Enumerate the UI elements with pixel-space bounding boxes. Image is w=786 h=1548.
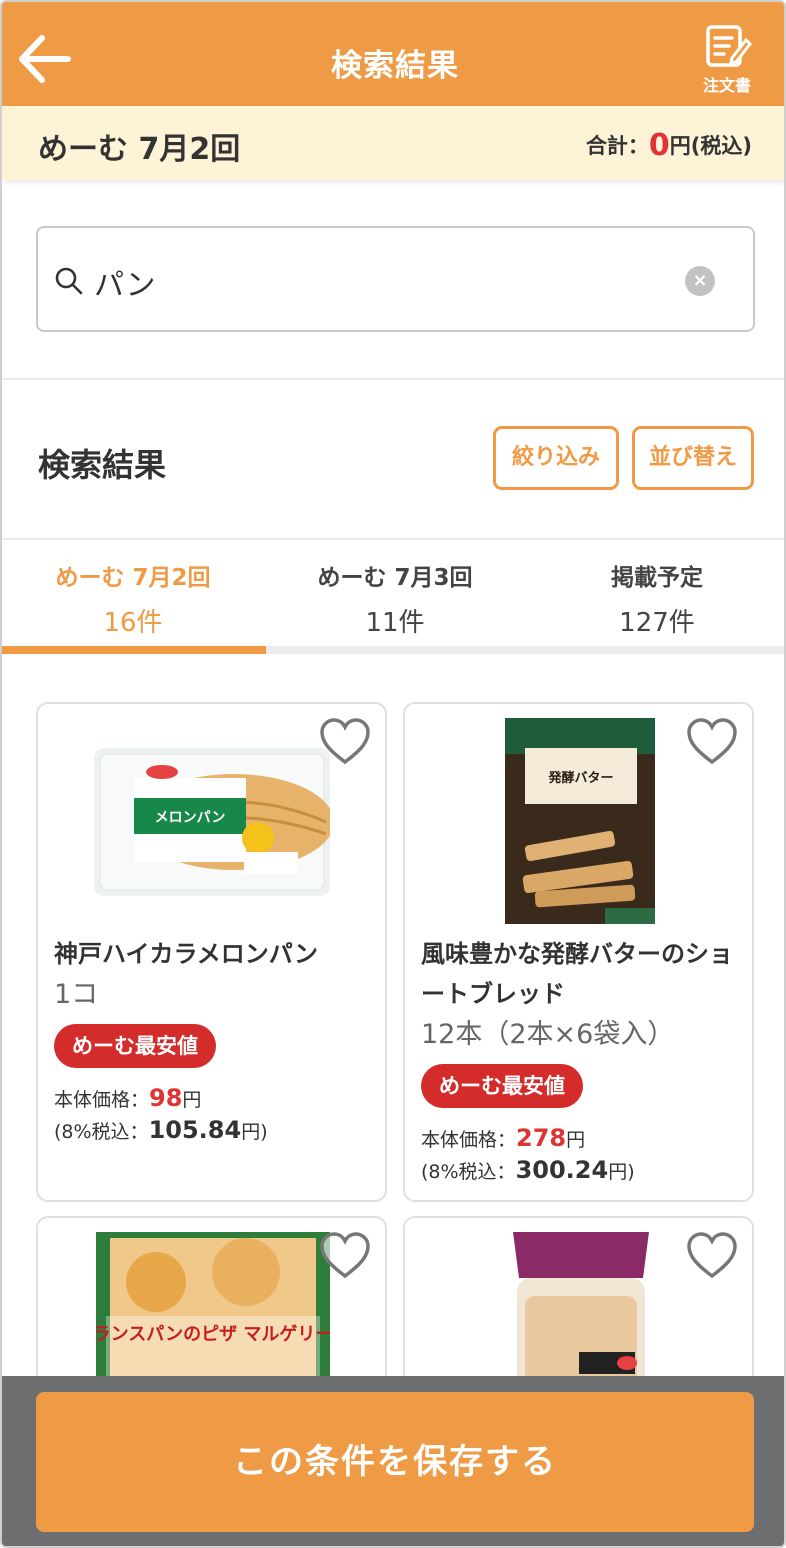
results-title: 検索結果 [38,446,167,484]
lowest-price-badge: めーむ最安値 [54,1024,216,1068]
svg-text:発酵バター: 発酵バター [547,770,613,786]
lowest-price-badge: めーむ最安値 [421,1064,583,1108]
tab-count: 16件 [103,608,163,638]
base-price: 本体価格：278円 [421,1124,585,1152]
total-suffix: 円(税込) [669,134,752,158]
product-card[interactable]: メロンパン 神戸ハイカラメロンパン 1コ めーむ最安値 本体価格：98円 (8%… [36,702,387,1202]
section-divider [2,378,784,380]
app-header: 検索結果 注文書 [2,2,784,106]
tax-price-value: 105.84 [148,1116,242,1144]
tab-meemu-july-2[interactable]: めーむ 7月2回 16件 [2,540,264,656]
tax-price-value: 300.24 [515,1156,609,1184]
order-form-button[interactable]: 注文書 [692,24,762,100]
app-frame: 検索結果 注文書 めーむ 7月2回 合計：0円(税込) パン × 検索結果 絞り… [0,0,786,1548]
tax-prefix: (8%税込： [421,1161,516,1183]
tab-indicator-track [2,646,784,654]
price-label: 本体価格： [54,1089,150,1111]
save-conditions-button[interactable]: この条件を保存する [36,1392,754,1532]
catalog-title: めーむ 7月2回 [38,132,241,167]
product-image-text: フランスパンのピザ マルゲリータ [96,1323,330,1345]
tax-suffix: 円) [608,1161,635,1183]
price-label: 本体価格： [421,1129,517,1151]
total-amount: 0 [648,128,670,163]
tab-label: 掲載予定 [611,565,703,591]
favorite-heart-icon[interactable] [686,1232,738,1280]
tax-suffix: 円) [241,1121,268,1143]
favorite-heart-icon[interactable] [319,718,371,766]
tab-upcoming[interactable]: 掲載予定 127件 [526,540,784,656]
product-card[interactable]: 発酵バター 風味豊かな発酵バターのショートブレッド 12本（2本×6袋入） めー… [403,702,754,1202]
search-icon [55,267,83,295]
product-image: メロンパン [94,748,330,896]
cart-total: 合計：0円(税込) [586,128,752,163]
search-query: パン [94,268,156,303]
tab-label: めーむ 7月3回 [317,565,473,591]
product-quantity: 12本（2本×6袋入） [421,1019,675,1050]
search-input[interactable]: パン × [36,226,755,332]
product-name: 風味豊かな発酵バターのショートブレッド [421,940,733,1008]
bottom-action-bar: この条件を保存する [2,1376,784,1546]
tax-prefix: (8%税込： [54,1121,149,1143]
tax-inclusive-price: (8%税込：300.24円) [421,1156,635,1184]
tab-label: めーむ 7月2回 [55,565,211,591]
catalog-tabs: めーむ 7月2回 16件 めーむ 7月3回 11件 掲載予定 127件 [2,538,784,656]
order-form-label: 注文書 [702,76,751,95]
total-label: 合計： [585,134,649,158]
close-icon: × [692,270,708,291]
tab-count: 11件 [365,608,425,638]
tab-meemu-july-3[interactable]: めーむ 7月3回 11件 [264,540,526,656]
favorite-heart-icon[interactable] [319,1232,371,1280]
page-title: 検索結果 [331,48,459,84]
favorite-heart-icon[interactable] [686,718,738,766]
product-name: 神戸ハイカラメロンパン [54,940,318,968]
price-value: 98 [149,1084,183,1112]
product-quantity: 1コ [54,979,99,1010]
tab-active-indicator [2,646,266,654]
clear-search-button[interactable]: × [685,266,715,296]
tab-count: 127件 [619,608,695,638]
filter-button[interactable]: 絞り込み [493,426,619,490]
cart-summary-bar: めーむ 7月2回 合計：0円(税込) [2,106,784,180]
svg-text:メロンパン: メロンパン [155,810,226,826]
sort-button[interactable]: 並び替え [632,426,754,490]
price-suffix: 円 [182,1089,202,1111]
tax-inclusive-price: (8%税込：105.84円) [54,1116,268,1144]
price-suffix: 円 [566,1129,586,1151]
base-price: 本体価格：98円 [54,1084,201,1112]
price-value: 278 [516,1124,567,1152]
order-form-icon [706,25,752,67]
product-image: 発酵バター [505,718,655,924]
